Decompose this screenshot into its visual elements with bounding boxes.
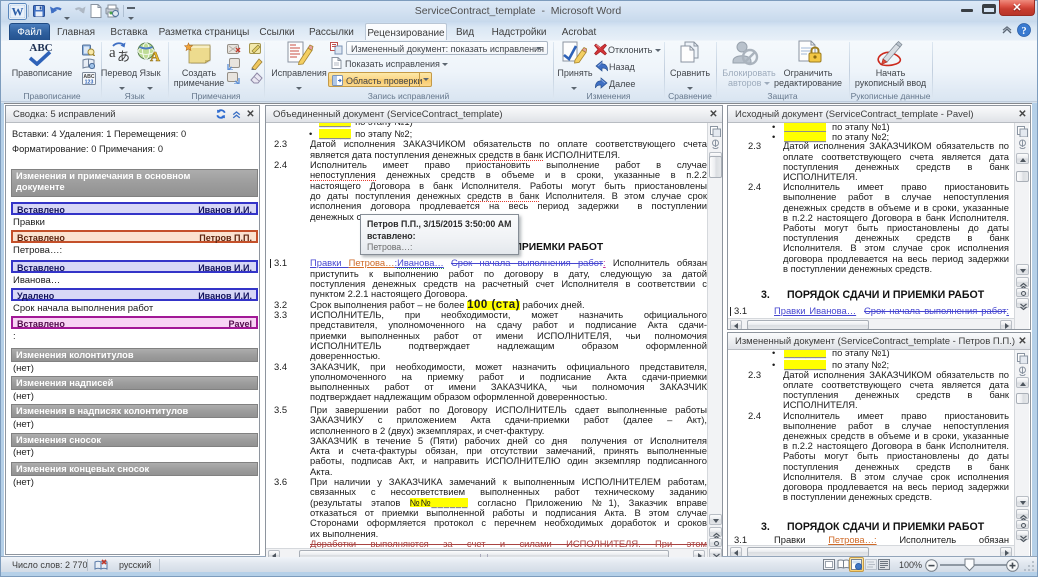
svg-text:W: W — [12, 5, 24, 19]
svg-text:A: A — [150, 50, 161, 63]
svg-text:123: 123 — [85, 80, 94, 86]
svg-text:あ: あ — [117, 49, 130, 63]
svg-text:a: a — [109, 45, 116, 61]
svg-text:?: ? — [1021, 26, 1026, 37]
